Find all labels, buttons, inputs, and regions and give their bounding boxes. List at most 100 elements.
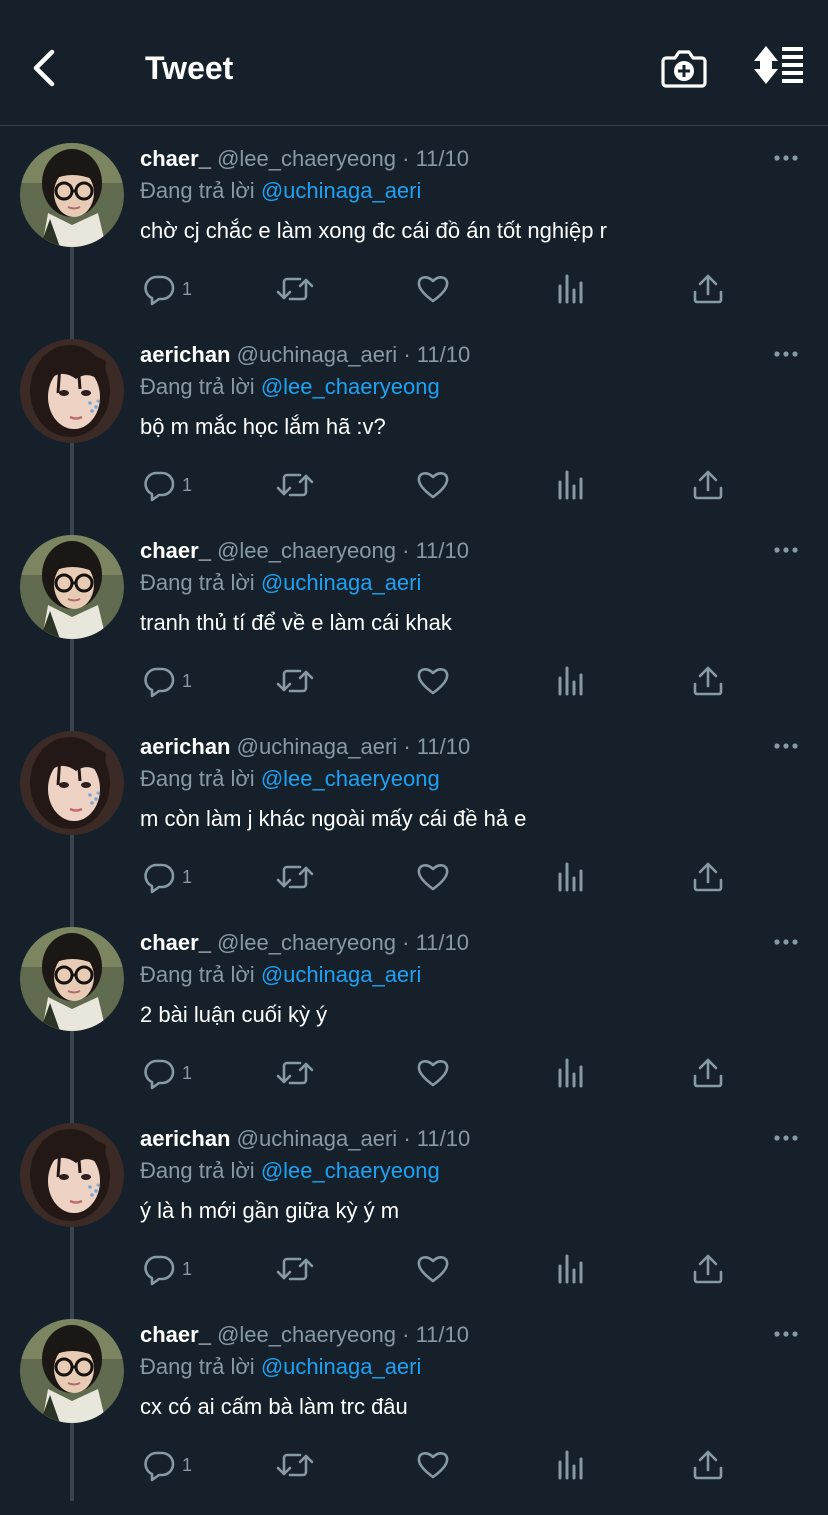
analytics-button[interactable] <box>556 663 586 699</box>
display-name[interactable]: chaer_ <box>140 930 211 955</box>
tweet-item[interactable]: aerichan @uchinaga_aeri · 11/10 Đang trả… <box>0 339 828 535</box>
avatar-uchinaga_aeri[interactable] <box>20 1123 124 1227</box>
like-button[interactable] <box>416 859 450 895</box>
like-button[interactable] <box>416 1055 450 1091</box>
avatar-lee_chaeryeong[interactable] <box>20 1319 124 1423</box>
avatar-uchinaga_aeri[interactable] <box>20 731 124 835</box>
display-name[interactable]: chaer_ <box>140 1322 211 1347</box>
retweet-button[interactable] <box>276 1447 314 1483</box>
avatar-uchinaga_aeri[interactable] <box>20 339 124 443</box>
replying-to: Đang trả lời @uchinaga_aeri <box>140 959 810 991</box>
analytics-button[interactable] <box>556 271 586 307</box>
user-handle[interactable]: @uchinaga_aeri <box>237 342 398 367</box>
user-handle[interactable]: @uchinaga_aeri <box>237 734 398 759</box>
analytics-bars-icon <box>558 470 583 500</box>
replying-to-handle[interactable]: @uchinaga_aeri <box>261 570 422 595</box>
display-name[interactable]: chaer_ <box>140 146 211 171</box>
retweet-button[interactable] <box>276 663 314 699</box>
analytics-button[interactable] <box>556 1251 586 1287</box>
reply-button[interactable]: 1 <box>142 663 192 699</box>
more-options-icon[interactable] <box>772 535 802 565</box>
tweet-text: tranh thủ tí để về e làm cái khak <box>140 610 452 635</box>
user-handle[interactable]: @lee_chaeryeong <box>217 930 396 955</box>
sort-list-icon[interactable] <box>752 44 806 88</box>
tweet-actions: 1 <box>140 663 740 699</box>
retweet-button[interactable] <box>276 1055 314 1091</box>
reply-count: 1 <box>182 278 193 299</box>
back-chevron-icon[interactable] <box>28 46 62 90</box>
analytics-button[interactable] <box>556 1055 586 1091</box>
camera-plus-icon[interactable] <box>660 44 708 90</box>
retweet-button[interactable] <box>276 859 314 895</box>
reply-button[interactable]: 1 <box>142 859 192 895</box>
reply-button[interactable]: 1 <box>142 467 192 503</box>
analytics-bars-icon <box>558 666 583 696</box>
analytics-button[interactable] <box>556 467 586 503</box>
replying-to-label: Đang trả lời <box>140 178 255 203</box>
tweet-item[interactable]: chaer_ @lee_chaeryeong · 11/10 Đang trả … <box>0 927 828 1123</box>
replying-to-handle[interactable]: @lee_chaeryeong <box>261 1158 440 1183</box>
share-button[interactable] <box>692 1447 724 1483</box>
reply-button[interactable]: 1 <box>142 1447 192 1483</box>
like-button[interactable] <box>416 271 450 307</box>
tweet-item[interactable]: chaer_ @lee_chaeryeong · 11/10 Đang trả … <box>0 143 828 339</box>
like-button[interactable] <box>416 1251 450 1287</box>
more-options-icon[interactable] <box>772 339 802 369</box>
reply-button[interactable]: 1 <box>142 1055 192 1091</box>
replying-to-handle[interactable]: @uchinaga_aeri <box>261 1354 422 1379</box>
share-button[interactable] <box>692 1055 724 1091</box>
user-handle[interactable]: @lee_chaeryeong <box>217 538 396 563</box>
display-name[interactable]: aerichan <box>140 342 231 367</box>
display-name[interactable]: aerichan <box>140 1126 231 1151</box>
more-options-icon[interactable] <box>772 927 802 957</box>
retweet-button[interactable] <box>276 271 314 307</box>
tweet-content: aerichan @uchinaga_aeri · 11/10 Đang trả… <box>140 339 810 443</box>
more-options-icon[interactable] <box>772 143 802 173</box>
replying-to-handle[interactable]: @lee_chaeryeong <box>261 374 440 399</box>
user-handle[interactable]: @lee_chaeryeong <box>217 1322 396 1347</box>
like-button[interactable] <box>416 663 450 699</box>
reply-count: 1 <box>182 1062 193 1083</box>
tweet-item[interactable]: aerichan @uchinaga_aeri · 11/10 Đang trả… <box>0 731 828 927</box>
heart-icon <box>417 864 449 891</box>
tweet-item[interactable]: aerichan @uchinaga_aeri · 11/10 Đang trả… <box>0 1123 828 1319</box>
analytics-button[interactable] <box>556 859 586 895</box>
retweet-button[interactable] <box>276 467 314 503</box>
more-options-icon[interactable] <box>772 1319 802 1349</box>
share-button[interactable] <box>692 467 724 503</box>
more-options-icon[interactable] <box>772 1123 802 1153</box>
analytics-button[interactable] <box>556 1447 586 1483</box>
avatar-lee_chaeryeong[interactable] <box>20 927 124 1031</box>
avatar-lee_chaeryeong[interactable] <box>20 143 124 247</box>
replying-to: Đang trả lời @uchinaga_aeri <box>140 1351 810 1383</box>
tweet-item[interactable]: chaer_ @lee_chaeryeong · 11/10 Đang trả … <box>0 1319 828 1515</box>
replying-to-handle[interactable]: @lee_chaeryeong <box>261 766 440 791</box>
user-handle[interactable]: @uchinaga_aeri <box>237 1126 398 1151</box>
retweet-button[interactable] <box>276 1251 314 1287</box>
share-button[interactable] <box>692 663 724 699</box>
separator-dot: · <box>403 342 411 367</box>
tweet-header: aerichan @uchinaga_aeri · 11/10 <box>140 1123 810 1155</box>
reply-icon <box>144 1059 175 1090</box>
replying-to-handle[interactable]: @uchinaga_aeri <box>261 178 422 203</box>
tweet-date: 11/10 <box>416 342 471 367</box>
share-button[interactable] <box>692 271 724 307</box>
replying-to: Đang trả lời @uchinaga_aeri <box>140 175 810 207</box>
avatar-lee_chaeryeong[interactable] <box>20 535 124 639</box>
like-button[interactable] <box>416 1447 450 1483</box>
reply-button[interactable]: 1 <box>142 1251 192 1287</box>
tweet-item[interactable]: chaer_ @lee_chaeryeong · 11/10 Đang trả … <box>0 535 828 731</box>
retweet-icon <box>276 1061 314 1085</box>
tweet-actions: 1 <box>140 1251 740 1287</box>
share-button[interactable] <box>692 1251 724 1287</box>
like-button[interactable] <box>416 467 450 503</box>
replying-to-handle[interactable]: @uchinaga_aeri <box>261 962 422 987</box>
display-name[interactable]: chaer_ <box>140 538 211 563</box>
share-button[interactable] <box>692 859 724 895</box>
more-options-icon[interactable] <box>772 731 802 761</box>
reply-button[interactable]: 1 <box>142 271 192 307</box>
reply-count: 1 <box>182 670 193 691</box>
share-icon <box>693 862 723 892</box>
display-name[interactable]: aerichan <box>140 734 231 759</box>
user-handle[interactable]: @lee_chaeryeong <box>217 146 396 171</box>
